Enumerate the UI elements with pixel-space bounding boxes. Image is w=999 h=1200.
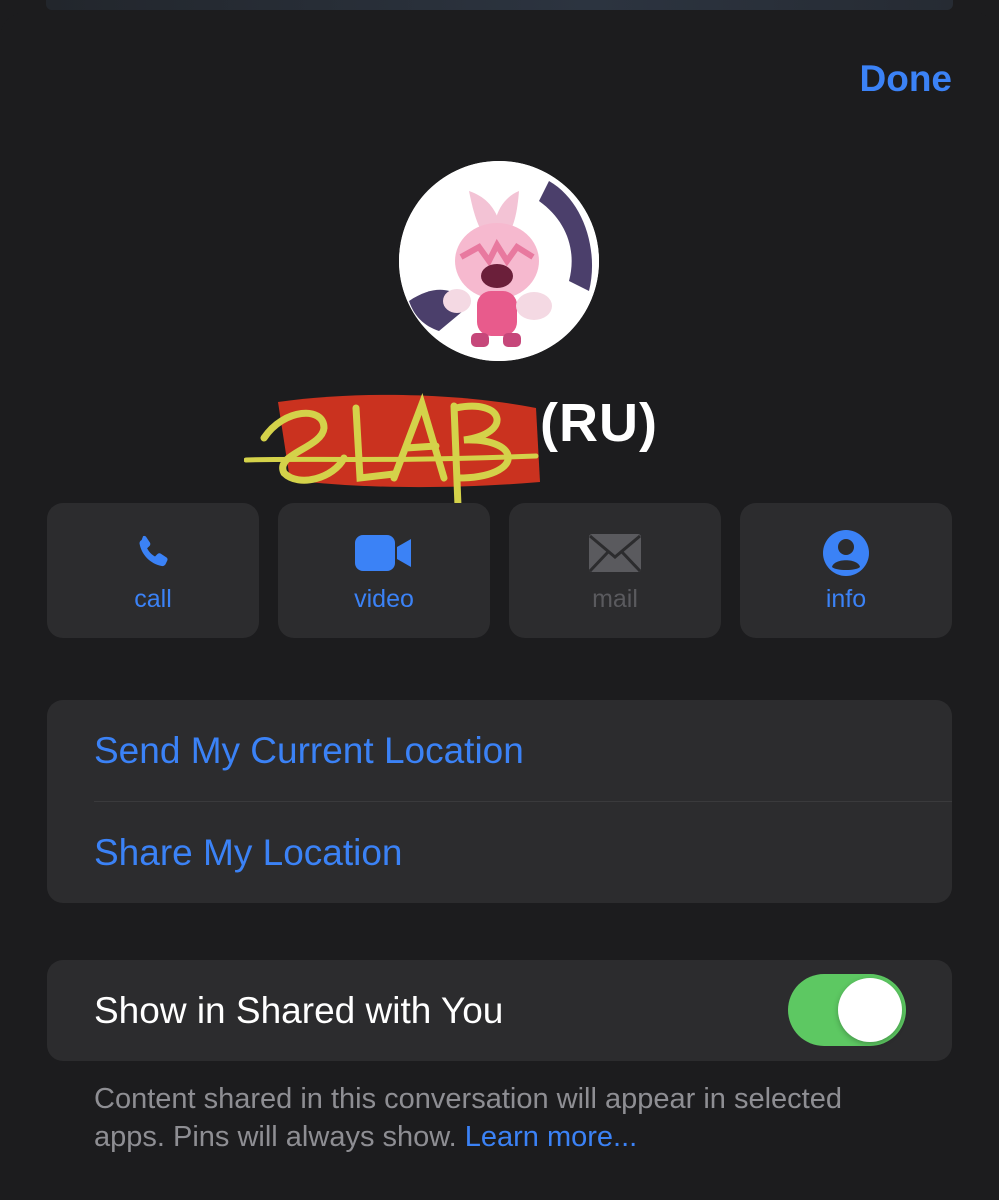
video-label: video xyxy=(354,585,414,613)
location-group: Send My Current Location Share My Locati… xyxy=(47,700,952,903)
done-button[interactable]: Done xyxy=(860,58,953,100)
mail-label: mail xyxy=(592,585,638,613)
contact-name-suffix: (RU) xyxy=(540,393,658,453)
mail-button[interactable]: mail xyxy=(509,503,721,638)
envelope-icon xyxy=(509,529,721,577)
phone-icon xyxy=(47,529,259,577)
shared-with-you-toggle[interactable] xyxy=(788,974,906,1046)
video-camera-icon xyxy=(278,529,490,577)
video-button[interactable]: video xyxy=(278,503,490,638)
footer-note: Content shared in this conversation will… xyxy=(94,1080,914,1156)
learn-more-link[interactable]: Learn more... xyxy=(465,1121,637,1153)
call-label: call xyxy=(134,585,172,613)
person-circle-icon xyxy=(740,529,952,577)
info-button[interactable]: info xyxy=(740,503,952,638)
info-label: info xyxy=(825,585,867,613)
shared-with-you-group: Show in Shared with You xyxy=(47,960,952,1061)
call-button[interactable]: call xyxy=(47,503,259,638)
quick-actions: call video mail info xyxy=(47,503,952,638)
toggle-knob xyxy=(838,978,902,1042)
send-current-location-button[interactable]: Send My Current Location xyxy=(94,700,952,801)
avatar-image xyxy=(399,161,599,361)
shared-with-you-label: Show in Shared with You xyxy=(94,989,504,1031)
avatar[interactable] xyxy=(399,161,599,361)
background-sheet-peek xyxy=(46,0,953,10)
redacted-name-scribble xyxy=(243,378,544,510)
share-location-button[interactable]: Share My Location xyxy=(94,802,952,903)
